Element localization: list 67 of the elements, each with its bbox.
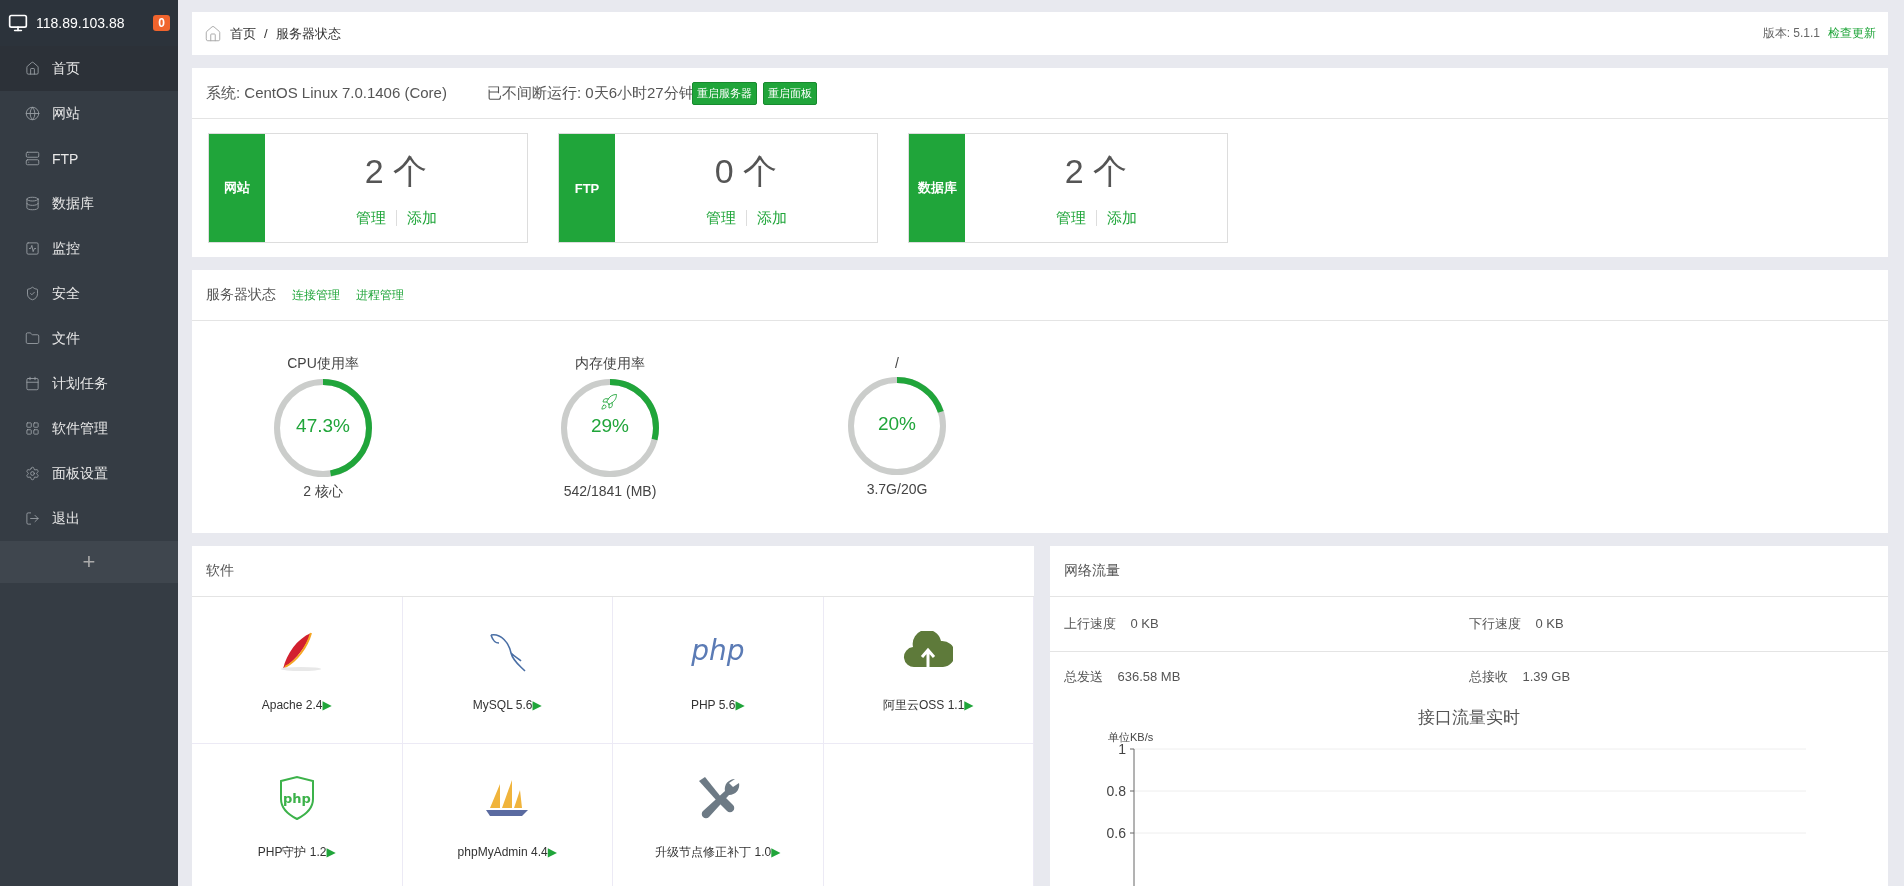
software-link[interactable]: Apache 2.4▶ [261, 698, 332, 712]
gauge-footer: 542/1841 (MB) [563, 483, 657, 499]
traffic-stat: 总发送 636.58 MB [1064, 668, 1182, 686]
nav-item[interactable]: 退出 [0, 496, 178, 541]
globe-icon [25, 106, 40, 121]
nav-item[interactable]: 监控 [0, 226, 178, 271]
nav-item[interactable]: 计划任务 [0, 361, 178, 406]
y-tick-label: 0.8 [1106, 783, 1126, 799]
nav-item[interactable]: 首页 [0, 46, 178, 91]
y-axis-label: 单位KB/s [1108, 731, 1154, 743]
traffic-stat: 上行速度 0 KB [1064, 615, 1160, 633]
panel-title: 服务器状态 [206, 286, 276, 304]
card-label: FTP [559, 134, 615, 242]
gauge-value: 29% [590, 415, 630, 437]
nav-item[interactable]: 安全 [0, 271, 178, 316]
add-button[interactable]: + [0, 541, 178, 583]
database-icon [25, 196, 40, 211]
software-link[interactable]: 阿里云OSS 1.1▶ [882, 696, 974, 714]
panel-title: 网络流量 [1064, 562, 1120, 580]
card-label: 数据库 [909, 134, 965, 242]
php-logo: php [685, 634, 750, 670]
folder-icon [25, 331, 40, 346]
calendar-icon [25, 376, 40, 391]
nav-item[interactable]: 面板设置 [0, 451, 178, 496]
y-tick-label: 1 [1118, 741, 1126, 757]
panel-title: 软件 [206, 562, 234, 580]
logout-icon [25, 511, 40, 526]
count-text: 2 个 [364, 150, 428, 192]
software-link[interactable]: MySQL 5.6▶ [472, 698, 542, 712]
gauge-footer: 3.7G/20G [866, 481, 928, 497]
home-icon [25, 61, 40, 76]
rocket-icon[interactable] [600, 393, 618, 411]
nav-item[interactable]: FTP [0, 136, 178, 181]
monitor-icon [8, 13, 28, 33]
settings-icon [25, 466, 40, 481]
home-icon [204, 24, 222, 43]
server-icon [25, 151, 40, 166]
count-text: 0 个 [714, 150, 778, 192]
nav-item[interactable]: 软件管理 [0, 406, 178, 451]
host-address: 118.89.103.88 [36, 15, 126, 31]
breadcrumb-item[interactable]: 服务器状态 [275, 24, 341, 43]
traffic-stat: 下行速度 0 KB [1469, 615, 1565, 633]
chart-title: 接口流量实时 [1418, 707, 1520, 729]
software-link[interactable]: phpMyAdmin 4.4▶ [457, 845, 557, 859]
software-link[interactable]: PHP守护 1.2▶ [257, 843, 336, 861]
gauge-footer: 2 核心 [303, 483, 343, 501]
os-info: 系统: CentOS Linux 7.0.1406 (Core) [206, 83, 447, 103]
count-text: 2 个 [1064, 150, 1128, 192]
shield-icon [25, 286, 40, 301]
gauge-title: / [895, 355, 899, 371]
nav-item[interactable]: 文件 [0, 316, 178, 361]
breadcrumb-item[interactable]: 首页 [230, 24, 256, 43]
gauge-title: 内存使用率 [575, 355, 645, 373]
traffic-stat: 总接收 1.39 GB [1469, 668, 1572, 686]
software-link[interactable]: 升级节点修正补丁 1.0▶ [655, 843, 781, 861]
version-text: 版本: 5.1.1 [1762, 25, 1820, 42]
card-label: 网站 [209, 134, 265, 242]
nav-item[interactable]: 网站 [0, 91, 178, 136]
breadcrumb-separator: / [264, 26, 268, 41]
grid-icon [25, 421, 40, 436]
nav-item[interactable]: 数据库 [0, 181, 178, 226]
y-tick-label: 0.6 [1106, 825, 1126, 841]
gauge-value: 47.3% [295, 415, 351, 437]
activity-icon [25, 241, 40, 256]
gauge-title: CPU使用率 [287, 355, 359, 373]
gauge-value: 20% [877, 413, 917, 435]
software-link[interactable]: PHP 5.6▶ [690, 698, 745, 712]
